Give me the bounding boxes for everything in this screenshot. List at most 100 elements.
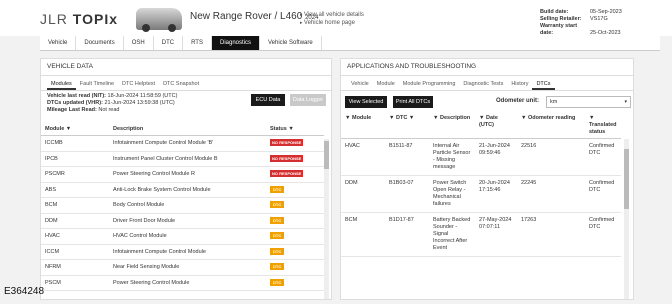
link-view-all-details[interactable]: View all vehicle details xyxy=(300,11,364,19)
tab-documents[interactable]: Documents xyxy=(76,36,124,50)
filter-icon[interactable]: ▼ xyxy=(479,115,484,121)
column-translated-status[interactable]: ▼ Translated status xyxy=(585,113,621,139)
odometer-unit-value: km xyxy=(550,99,558,105)
status-badge: DTC xyxy=(270,185,285,193)
print-all-dtcs-button[interactable]: Print All DTCs xyxy=(393,96,433,108)
table-row[interactable]: BCM B1D17-87 Battery Backed Sounder - Sign… xyxy=(341,212,621,257)
table-row[interactable]: NFRM Near Field Sensing Module DTC xyxy=(41,259,324,276)
applications-panel: APPLICATIONS AND TROUBLESHOOTING Vehicle… xyxy=(340,58,634,300)
tab-dtc[interactable]: DTC xyxy=(154,36,184,50)
subtab-history[interactable]: History xyxy=(507,79,532,90)
column-dtc-label: DTC xyxy=(395,115,408,121)
status-badge: DTC xyxy=(270,201,285,209)
status-badge: NO RESPONSE xyxy=(270,154,304,162)
vehicle-model: New Range Rover / L460 xyxy=(190,11,303,22)
module-description: Infotainment Compute Control Module 'B' xyxy=(109,135,266,152)
dtc-odometer: 22245 xyxy=(517,175,585,213)
table-row[interactable]: PSCM Power Steering Control Module DTC xyxy=(41,275,324,291)
filter-icon[interactable]: ▼ xyxy=(345,115,350,121)
filter-icon[interactable]: ▼ xyxy=(589,115,594,121)
column-date[interactable]: ▼ Date (UTC) xyxy=(475,113,517,139)
last-read-value: 18-Jun-2024 11:58:59 (UTC) xyxy=(107,93,178,99)
dtc-description: Internal Air Particle Sensor - Missing m… xyxy=(429,138,475,176)
link-vehicle-home[interactable]: Vehicle home page xyxy=(300,19,364,27)
dtcs-table-header: ▼ Module ▼ DTC ▼ ▼ Description ▼ Date (U… xyxy=(341,113,621,139)
dtcs-table-body: HVAC B1511-87 Internal Air Particle Sensor… xyxy=(341,138,621,257)
subtab-fault-timeline[interactable]: Fault Timeline xyxy=(76,79,118,90)
view-selected-button[interactable]: View Selected xyxy=(345,96,387,108)
dtc-code: B1D17-87 xyxy=(385,212,429,257)
tab-osh[interactable]: OSH xyxy=(124,36,154,50)
figure-reference: E364248 xyxy=(4,286,45,297)
subtab-dtc-snapshot[interactable]: DTC Snapshot xyxy=(159,79,203,90)
subtab-modules[interactable]: Modules xyxy=(47,79,76,90)
module-status-cell: DTC xyxy=(266,244,324,260)
table-row[interactable]: HVAC B1511-87 Internal Air Particle Sensor… xyxy=(341,138,621,176)
applications-tabs: Vehicle Module Module Programming Diagno… xyxy=(341,76,633,91)
dtc-translated-status: Confirmed DTC xyxy=(585,212,621,257)
status-badge: NO RESPONSE xyxy=(270,170,304,178)
table-row[interactable]: BCM Body Control Module DTC xyxy=(41,197,324,214)
status-badge: DTC xyxy=(270,216,285,224)
dtc-date: 21-Jun-2024 09:59:46 xyxy=(475,138,517,176)
vehicle-data-title: VEHICLE DATA xyxy=(41,59,331,76)
tab-rts[interactable]: RTS xyxy=(183,36,212,50)
column-status[interactable]: Status ▼ xyxy=(266,123,324,136)
table-row[interactable]: ABS Anti-Lock Brake System Control Module… xyxy=(41,182,324,198)
module-code: BCM xyxy=(41,197,109,214)
subtab-module-programming[interactable]: Module Programming xyxy=(399,79,460,90)
module-description: Anti-Lock Brake System Control Module xyxy=(109,182,266,198)
module-code: NFRM xyxy=(41,259,109,276)
module-code: IPCB xyxy=(41,151,109,167)
applications-title: APPLICATIONS AND TROUBLESHOOTING xyxy=(341,59,633,76)
table-row[interactable]: DDM B1B03-07 Power Switch Open Relay - Mec… xyxy=(341,175,621,213)
column-odometer[interactable]: ▼ Odometer reading xyxy=(517,113,585,139)
module-code: PSCM xyxy=(41,275,109,291)
dtcs-scrollbar[interactable] xyxy=(624,139,629,299)
table-row[interactable]: ICCM Infotainment Compute Control Module D… xyxy=(41,244,324,260)
table-row[interactable]: ICCMB Infotainment Compute Control Module… xyxy=(41,135,324,152)
column-module[interactable]: ▼ Module xyxy=(341,113,385,139)
module-code: HVAC xyxy=(41,228,109,245)
data-logger-button[interactable]: Data Logger xyxy=(290,94,326,106)
odometer-unit-select[interactable]: km ▾ xyxy=(546,96,631,108)
table-row[interactable]: IPCB Instrument Panel Cluster Control Mod… xyxy=(41,151,324,167)
filter-icon[interactable]: ▼ xyxy=(433,115,438,121)
filter-icon[interactable]: ▼ xyxy=(66,126,71,132)
subtab-dtcs[interactable]: DTCs xyxy=(532,79,555,90)
tab-vehicle[interactable]: Vehicle xyxy=(40,36,77,50)
status-badge: DTC xyxy=(270,247,285,255)
vehicle-thumbnail xyxy=(136,8,182,32)
tab-vehicle-software[interactable]: Vehicle Software xyxy=(260,36,322,50)
filter-icon[interactable]: ▼ xyxy=(389,115,394,121)
modules-scrollbar[interactable] xyxy=(324,139,329,299)
module-description: Body Control Module xyxy=(109,197,266,214)
status-badge: NO RESPONSE xyxy=(270,139,304,147)
subtab-vehicle[interactable]: Vehicle xyxy=(347,79,373,90)
table-row[interactable]: DDM Driver Front Door Module DTC xyxy=(41,213,324,229)
modules-scroll-thumb[interactable] xyxy=(324,141,329,169)
selling-retailer-value: VS17G xyxy=(590,16,608,22)
subtab-module[interactable]: Module xyxy=(373,79,399,90)
tab-diagnostics[interactable]: Diagnostics xyxy=(211,36,260,50)
table-row[interactable]: HVAC HVAC Control Module DTC xyxy=(41,228,324,245)
ecu-data-button[interactable]: ECU Data xyxy=(251,94,285,106)
module-code: ICCM xyxy=(41,244,109,260)
modules-table: Module ▼ Description Status ▼ ICCMB Infot… xyxy=(41,123,324,291)
dtc-odometer: 17263 xyxy=(517,212,585,257)
column-dtc[interactable]: ▼ DTC ▼ xyxy=(385,113,429,139)
subtab-diagnostic-tests[interactable]: Diagnostic Tests xyxy=(459,79,507,90)
build-date-value: 05-Sep-2023 xyxy=(590,9,622,15)
column-status-label: Status xyxy=(270,126,287,132)
table-row[interactable]: PSCMR Power Steering Control Module R NO R… xyxy=(41,166,324,183)
module-status-cell: DTC xyxy=(266,275,324,291)
dtcs-scroll-thumb[interactable] xyxy=(624,149,629,209)
warranty-start-label: Warranty start date: xyxy=(540,23,578,36)
column-module[interactable]: Module ▼ xyxy=(41,123,109,136)
filter-icon[interactable]: ▼ xyxy=(409,115,414,121)
filter-icon[interactable]: ▼ xyxy=(521,115,526,121)
filter-icon[interactable]: ▼ xyxy=(288,126,293,132)
column-description[interactable]: ▼ Description xyxy=(429,113,475,139)
modules-table-wrap: Module ▼ Description Status ▼ ICCMB Infot… xyxy=(41,123,324,291)
subtab-dtc-helptext[interactable]: DTC Helptext xyxy=(118,79,159,90)
